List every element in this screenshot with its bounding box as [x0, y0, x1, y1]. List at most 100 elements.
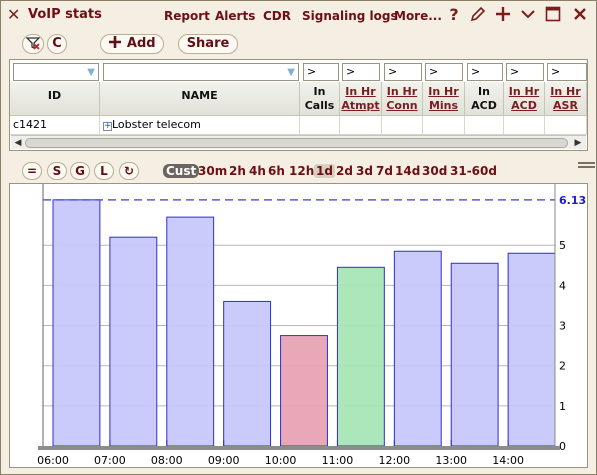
range-1d[interactable]: 1d	[314, 164, 335, 178]
col-header-in-hr-acd[interactable]: In Hr ACD	[504, 82, 545, 116]
scroll-thumb[interactable]	[25, 138, 568, 148]
col-header-in-acd[interactable]: In ACD	[465, 82, 504, 116]
x-tick-label: 09:00	[208, 454, 240, 467]
col-header-in-hr-mins[interactable]: In Hr Mins	[423, 82, 465, 116]
y-tick-label: 2	[559, 360, 566, 373]
add-label: Add	[126, 36, 156, 51]
cell-in-hr-atmpt	[340, 116, 382, 135]
chart-bar	[223, 300, 272, 447]
col-header-in-hr-conn[interactable]: In Hr Conn	[382, 82, 423, 116]
name-filter[interactable]: ▼	[103, 63, 299, 81]
edit-icon[interactable]	[469, 6, 487, 24]
range-6h[interactable]: 6h	[268, 164, 285, 178]
chevron-down-icon[interactable]: ▼	[287, 65, 295, 81]
chart-bar	[52, 199, 101, 447]
col-header-name[interactable]: NAME	[100, 82, 300, 116]
y-tick-label: 5	[559, 239, 566, 252]
x-tick-label: 07:00	[94, 454, 126, 467]
in-hr-atmpt-filter[interactable]: >	[342, 63, 380, 81]
range-2d[interactable]: 2d	[336, 164, 353, 178]
horizontal-scrollbar[interactable]: ◀ ▶	[11, 135, 586, 149]
cell-in-hr-asr	[545, 116, 587, 135]
chart-bar	[450, 262, 499, 447]
cell-in-hr-acd	[504, 116, 545, 135]
cell-in-hr-conn	[382, 116, 423, 135]
x-tick-label: 11:00	[322, 454, 354, 467]
range-4h[interactable]: 4h	[249, 164, 266, 178]
filter-clear-icon	[25, 37, 41, 54]
share-button[interactable]: Share	[178, 34, 238, 54]
x-tick-label: 08:00	[151, 454, 183, 467]
l-button[interactable]: L	[94, 162, 114, 180]
menu-alerts[interactable]: Alerts	[215, 9, 255, 23]
chart-panel: 0 1 2 3 4 5 6.13 06:00 07:00 08:00 09:00 10:00 11:00…	[9, 183, 588, 468]
menu-cdr[interactable]: CDR	[263, 9, 291, 23]
cell-id[interactable]: c1421	[10, 116, 100, 135]
x-tick-label: 13:00	[435, 454, 467, 467]
chart-bar	[336, 266, 385, 447]
y-tick-label: 1	[559, 400, 566, 413]
chevron-down-icon[interactable]: ▼	[87, 65, 95, 81]
refresh-button[interactable]: ↻	[119, 162, 139, 180]
pane-splitter[interactable]	[1, 154, 596, 168]
y-tick-label: 3	[559, 320, 566, 333]
in-acd-filter[interactable]: >	[467, 63, 503, 81]
x-axis	[38, 446, 560, 450]
range-31-60d[interactable]: 31-60d	[450, 164, 497, 178]
title-bar: ✕ VoIP stats Report Alerts CDR Signaling…	[1, 1, 596, 31]
in-hr-mins-filter[interactable]: >	[425, 63, 463, 81]
x-tick-label: 10:00	[265, 454, 297, 467]
range-30d[interactable]: 30d	[422, 164, 447, 178]
range-3d[interactable]: 3d	[356, 164, 373, 178]
collapse-icon[interactable]	[519, 6, 537, 24]
filter-clear-button[interactable]	[22, 34, 44, 54]
refresh-icon: ↻	[123, 164, 135, 178]
range-30m[interactable]: 30m	[198, 164, 227, 178]
equal-button[interactable]: =	[22, 162, 42, 180]
add-button[interactable]: Add	[100, 34, 164, 54]
range-cust[interactable]: Cust	[163, 164, 200, 178]
s-button[interactable]: S	[47, 162, 67, 180]
in-hr-conn-filter[interactable]: >	[384, 63, 422, 81]
scroll-right-icon[interactable]: ▶	[572, 137, 584, 149]
menu-signaling-logs[interactable]: Signaling logs	[302, 9, 398, 23]
cell-in-acd	[465, 116, 504, 135]
cell-name[interactable]: +Lobster telecom	[100, 116, 300, 135]
col-header-in-calls[interactable]: In Calls	[300, 82, 340, 116]
range-2h[interactable]: 2h	[229, 164, 246, 178]
g-button[interactable]: G	[70, 162, 90, 180]
scroll-left-icon[interactable]: ◀	[12, 137, 24, 149]
col-header-id[interactable]: ID	[10, 82, 100, 116]
cell-in-hr-mins	[423, 116, 465, 135]
range-7d[interactable]: 7d	[376, 164, 393, 178]
c-button[interactable]: C	[47, 34, 67, 54]
in-calls-filter[interactable]: >	[303, 63, 339, 81]
chart-bar	[507, 252, 556, 447]
chart-bar	[109, 236, 158, 447]
plus-icon	[108, 35, 122, 55]
range-14d[interactable]: 14d	[395, 164, 420, 178]
move-icon[interactable]	[494, 6, 512, 24]
menu-more[interactable]: More...	[394, 9, 442, 23]
id-filter[interactable]: ▼	[13, 63, 99, 81]
x-tick-label: 12:00	[378, 454, 410, 467]
close-window-icon[interactable]	[571, 6, 589, 24]
cell-name-text: Lobster telecom	[112, 118, 201, 131]
in-hr-asr-filter[interactable]: >	[547, 63, 587, 81]
bar-chart: 0 1 2 3 4 5 6.13 06:00 07:00 08:00 09:00 10:00 11:00…	[37, 184, 586, 467]
in-hr-acd-filter[interactable]: >	[506, 63, 544, 81]
y-tick-label: 0	[559, 440, 566, 453]
stats-grid: ▼ ▼ > > > > > > > ID NAME In Calls In Hr A…	[9, 59, 588, 151]
help-icon[interactable]: ?	[445, 6, 463, 24]
cell-in-calls	[300, 116, 340, 135]
expand-icon[interactable]: +	[103, 122, 112, 131]
x-tick-label: 14:00	[492, 454, 524, 467]
range-12h[interactable]: 12h	[289, 164, 314, 178]
maximize-icon[interactable]	[544, 6, 562, 24]
col-header-in-hr-atmpt[interactable]: In Hr Atmpt	[340, 82, 382, 116]
col-header-in-hr-asr[interactable]: In Hr ASR	[545, 82, 587, 116]
menu-report[interactable]: Report	[164, 9, 210, 23]
chart-bar	[166, 216, 215, 447]
voip-stats-window: ✕ VoIP stats Report Alerts CDR Signaling…	[0, 0, 597, 475]
close-icon[interactable]: ✕	[7, 7, 23, 23]
